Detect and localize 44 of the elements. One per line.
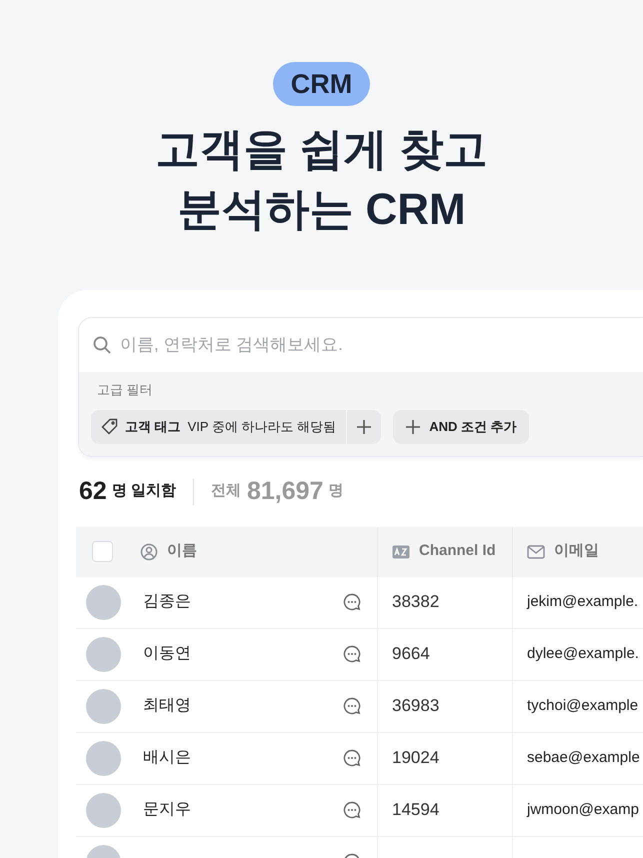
channel-id: 19024 bbox=[392, 747, 440, 770]
match-count: 62 bbox=[79, 476, 107, 507]
headline: 분석하는 CRM bbox=[177, 184, 466, 236]
filter-chip[interactable]: 고객 태그 VIP 중에 하나라도 해당됨 bbox=[91, 410, 346, 444]
add-value-button[interactable] bbox=[346, 410, 382, 444]
plus-icon bbox=[405, 418, 422, 434]
channel-id: 38382 bbox=[392, 591, 440, 614]
customer-name: 배시은 bbox=[143, 748, 191, 768]
mail-icon bbox=[527, 544, 545, 558]
customer-name: 이동연 bbox=[143, 644, 191, 664]
filter-label: 고급 필터 bbox=[96, 381, 154, 399]
column-header[interactable]: 이름 bbox=[167, 540, 197, 563]
crm-badge: CRM bbox=[272, 62, 370, 106]
select-all-checkbox[interactable] bbox=[92, 541, 113, 562]
customer-name: 최태영 bbox=[143, 696, 191, 716]
email: tychoi@example bbox=[527, 696, 638, 716]
chat-icon[interactable] bbox=[343, 593, 361, 611]
total-unit: 명 bbox=[328, 481, 344, 502]
total-label: 전체 bbox=[210, 481, 241, 502]
person-icon bbox=[140, 542, 158, 560]
chat-icon[interactable] bbox=[343, 645, 361, 663]
chat-icon[interactable] bbox=[343, 749, 361, 767]
customer-name: 김종은 bbox=[143, 592, 191, 612]
chat-icon[interactable] bbox=[343, 697, 361, 715]
email: dylee@example. bbox=[527, 644, 639, 664]
channel-id: 14594 bbox=[392, 799, 440, 822]
plus-icon bbox=[356, 418, 372, 434]
total-count: 81,697 bbox=[246, 476, 324, 507]
email: jekim@example. bbox=[527, 592, 638, 612]
chat-icon[interactable] bbox=[343, 801, 361, 819]
headline: 고객을 쉽게 찾고 bbox=[155, 124, 488, 176]
text-type-icon bbox=[392, 544, 410, 558]
email: sebae@example bbox=[527, 748, 640, 768]
channel-id: 36983 bbox=[392, 695, 440, 718]
column-header[interactable]: 이메일 bbox=[554, 540, 599, 563]
column-header[interactable]: Channel Id bbox=[419, 540, 496, 563]
channel-id: 9664 bbox=[392, 643, 430, 666]
search-icon bbox=[93, 336, 111, 354]
customer-name: 문지우 bbox=[143, 800, 191, 820]
match-label: 명 일치함 bbox=[112, 481, 176, 502]
email: jwmoon@examp bbox=[527, 800, 639, 820]
tag-icon bbox=[101, 418, 118, 435]
search-field[interactable]: 이름, 연락처로 검색해보세요. bbox=[120, 332, 520, 358]
add-condition-button[interactable]: AND 조건 추가 bbox=[393, 410, 529, 444]
